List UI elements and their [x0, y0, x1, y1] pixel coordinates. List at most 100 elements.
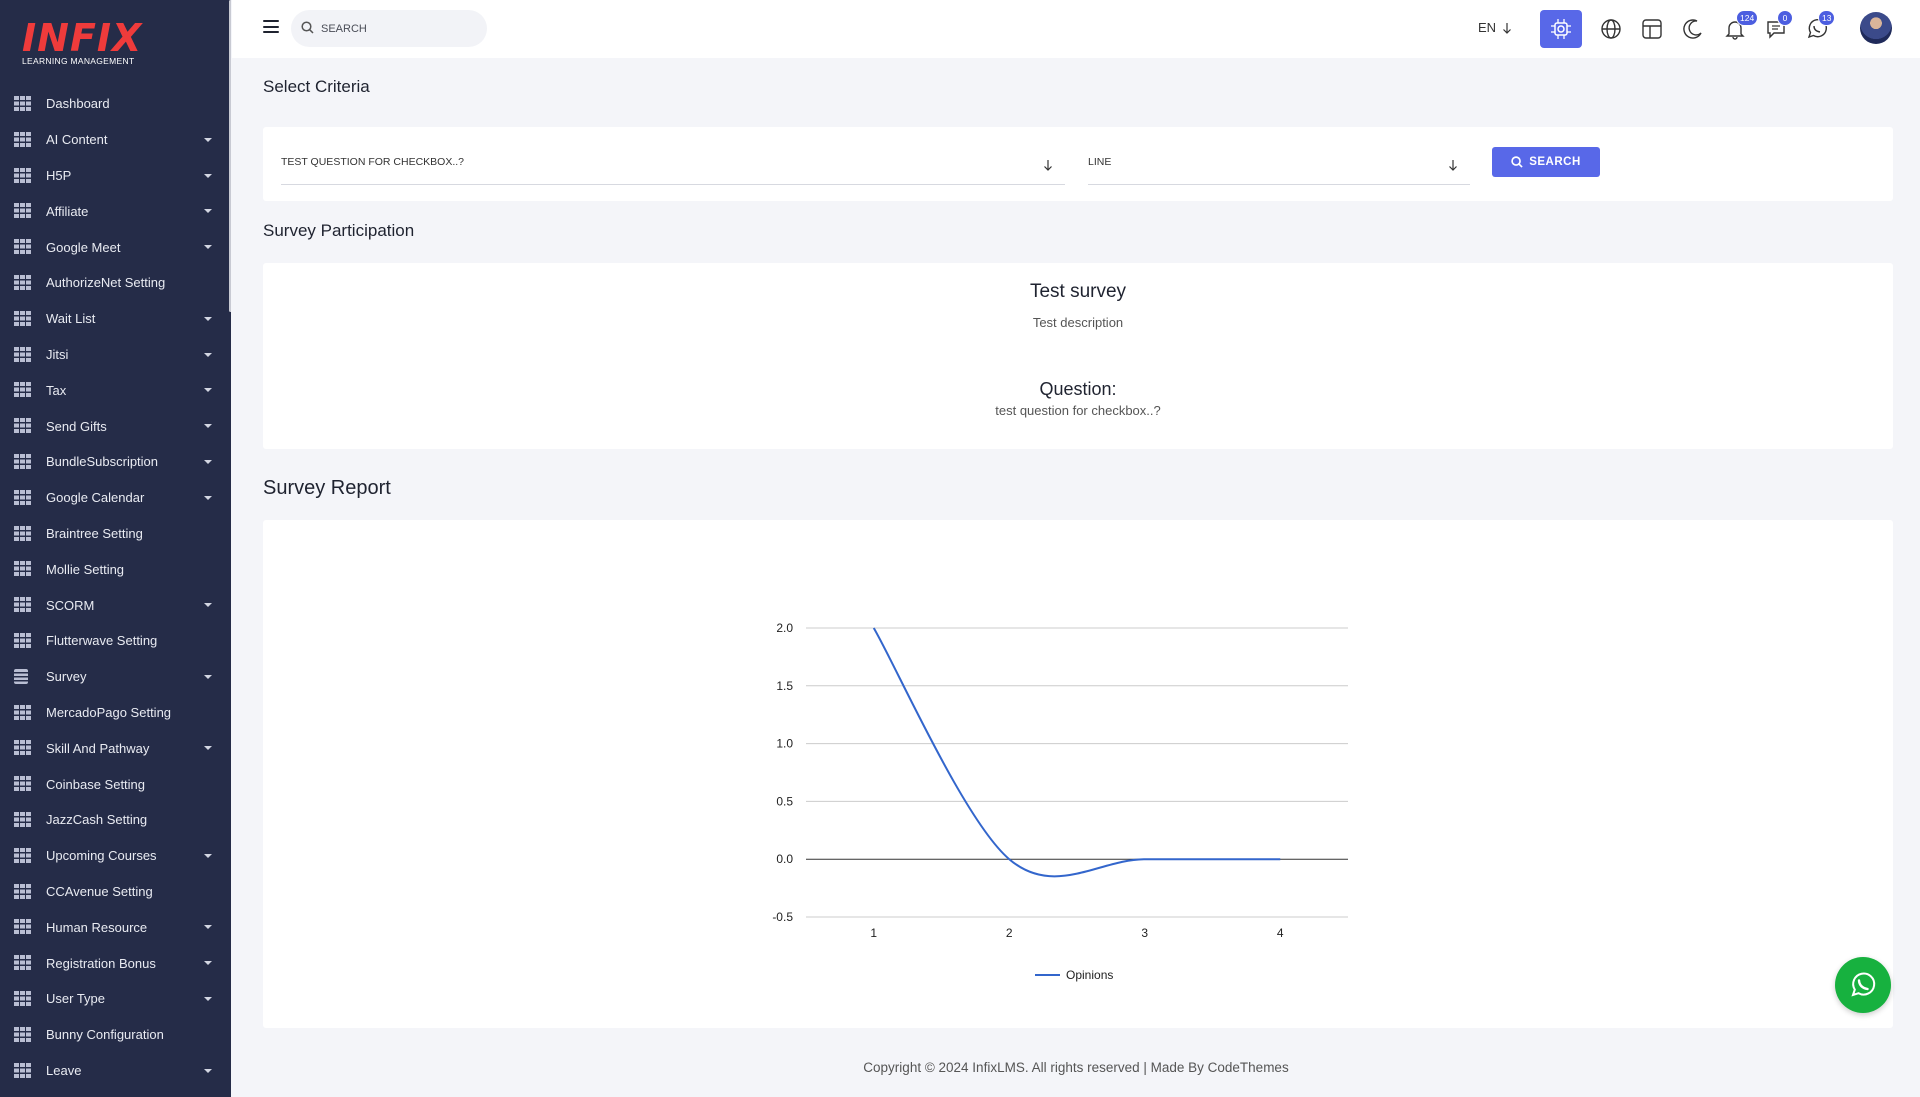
messages-badge: 0: [1777, 10, 1793, 26]
sidebar-item-label: Google Meet: [46, 239, 121, 255]
caret-down-icon[interactable]: [204, 746, 212, 751]
grid-icon: [14, 1062, 31, 1078]
caret-down-icon[interactable]: [204, 495, 212, 500]
caret-down-icon[interactable]: [204, 961, 212, 966]
sidebar-scrollbar[interactable]: [229, 0, 231, 312]
messages-button[interactable]: 0: [1761, 10, 1793, 44]
survey-participation-title: Survey Participation: [263, 221, 415, 240]
sidebar-item-survey[interactable]: Survey: [0, 659, 231, 695]
sidebar-item-label: User Type: [46, 991, 106, 1007]
logo-brand: INFIX: [22, 16, 143, 60]
sidebar-item-leave[interactable]: Leave: [0, 1053, 231, 1089]
grid-icon: [14, 382, 31, 398]
ai-chip-button[interactable]: [1540, 10, 1582, 48]
sidebar-item-human-resource[interactable]: Human Resource: [0, 909, 231, 945]
sidebar-item-ccavenue-setting[interactable]: CCAvenue Setting: [0, 874, 231, 910]
search-input[interactable]: [321, 10, 481, 47]
sidebar-item-braintree-setting[interactable]: Braintree Setting: [0, 516, 231, 552]
chart-type-select-value: LINE: [1088, 156, 1112, 168]
layout-button[interactable]: [1637, 14, 1667, 44]
whatsapp-top-button[interactable]: 13: [1802, 10, 1836, 44]
sidebar-item-label: Affiliate: [46, 203, 89, 219]
sidebar-item-label: H5P: [46, 167, 72, 183]
caret-down-icon[interactable]: [204, 603, 212, 608]
caret-down-icon[interactable]: [204, 388, 212, 393]
caret-down-icon[interactable]: [204, 459, 212, 464]
sidebar-item-user-type[interactable]: User Type: [0, 981, 231, 1017]
select-criteria-title: Select Criteria: [263, 77, 370, 96]
caret-down-icon[interactable]: [204, 173, 212, 178]
sidebar-item-label: Braintree Setting: [46, 525, 143, 541]
sidebar-item-label: Bunny Configuration: [46, 1027, 164, 1043]
grid-icon: [14, 525, 31, 541]
language-selector[interactable]: EN: [1478, 20, 1512, 35]
sidebar-item-affiliate[interactable]: Affiliate: [0, 193, 231, 229]
sidebar-item-flutterwave-setting[interactable]: Flutterwave Setting: [0, 623, 231, 659]
sidebar-item-bunny-configuration[interactable]: Bunny Configuration: [0, 1017, 231, 1053]
caret-down-icon[interactable]: [204, 925, 212, 930]
sidebar-item-coinbase-setting[interactable]: Coinbase Setting: [0, 766, 231, 802]
dark-mode-button[interactable]: [1678, 14, 1708, 44]
caret-down-icon[interactable]: [204, 352, 212, 357]
sidebar: INFIX LEARNING MANAGEMENT Dashboard AI Co…: [0, 0, 231, 1097]
criteria-card: TEST QUESTION FOR CHECKBOX..? LINE SEARC…: [263, 127, 1893, 201]
language-label: EN: [1478, 20, 1497, 35]
chart-type-select[interactable]: LINE: [1088, 149, 1470, 185]
caret-down-icon[interactable]: [204, 674, 212, 679]
grid-icon: [14, 453, 31, 469]
grid-icon: [14, 346, 31, 362]
sidebar-item-dashboard[interactable]: Dashboard: [0, 86, 231, 122]
question-select[interactable]: TEST QUESTION FOR CHECKBOX..?: [281, 149, 1065, 185]
caret-down-icon[interactable]: [204, 853, 212, 858]
sidebar-item-scorm[interactable]: SCORM: [0, 587, 231, 623]
caret-down-icon[interactable]: [204, 1068, 212, 1073]
caret-down-icon[interactable]: [204, 137, 212, 142]
menu-toggle-icon[interactable]: [263, 20, 279, 33]
sidebar-item-label: AI Content: [46, 132, 108, 148]
legend-label: Opinions: [1066, 968, 1113, 982]
sidebar-item-upcoming-courses[interactable]: Upcoming Courses: [0, 838, 231, 874]
whatsapp-chat-button[interactable]: [1835, 957, 1891, 1013]
x-tick-label: 1: [870, 926, 877, 940]
grid-icon: [14, 597, 31, 613]
sidebar-item-registration-bonus[interactable]: Registration Bonus: [0, 945, 231, 981]
sidebar-item-jitsi[interactable]: Jitsi: [0, 337, 231, 373]
sidebar-item-send-gifts[interactable]: Send Gifts: [0, 408, 231, 444]
grid-icon: [14, 239, 31, 255]
sidebar-item-google-calendar[interactable]: Google Calendar: [0, 480, 231, 516]
arrow-down-icon: [1449, 160, 1457, 171]
layout-icon: [1642, 19, 1662, 39]
globe-button[interactable]: [1596, 14, 1626, 44]
arrow-down-icon: [1044, 160, 1052, 171]
sidebar-item-h5p[interactable]: H5P: [0, 158, 231, 194]
caret-down-icon[interactable]: [204, 424, 212, 429]
sidebar-item-tax[interactable]: Tax: [0, 372, 231, 408]
sidebar-item-label: MercadoPago Setting: [46, 704, 172, 720]
sidebar-item-bundlesubscription[interactable]: BundleSubscription: [0, 444, 231, 480]
grid-icon: [14, 811, 31, 827]
report-card: 2.0 1.5 1.0 0.5 0.0 -0.5 1 2 3 4 Opinions: [263, 520, 1893, 1028]
notifications-button[interactable]: 124: [1720, 10, 1759, 44]
sidebar-item-mollie-setting[interactable]: Mollie Setting: [0, 551, 231, 587]
sidebar-item-label: Dashboard: [46, 96, 110, 112]
grid-icon: [14, 847, 31, 863]
y-tick-label: 1.5: [776, 679, 793, 693]
logo[interactable]: INFIX LEARNING MANAGEMENT: [22, 18, 142, 68]
sidebar-item-google-meet[interactable]: Google Meet: [0, 229, 231, 265]
search-button[interactable]: SEARCH: [1492, 147, 1600, 177]
caret-down-icon[interactable]: [204, 209, 212, 214]
sidebar-item-jazzcash-setting[interactable]: JazzCash Setting: [0, 802, 231, 838]
sidebar-item-mercadopago-setting[interactable]: MercadoPago Setting: [0, 695, 231, 731]
caret-down-icon[interactable]: [204, 316, 212, 321]
sidebar-item-ai-content[interactable]: AI Content: [0, 122, 231, 158]
grid-icon: [14, 418, 31, 434]
sidebar-item-wait-list[interactable]: Wait List: [0, 301, 231, 337]
sidebar-item-authorizenet-setting[interactable]: AuthorizeNet Setting: [0, 265, 231, 301]
caret-down-icon[interactable]: [204, 996, 212, 1001]
avatar[interactable]: [1860, 12, 1892, 44]
caret-down-icon[interactable]: [204, 245, 212, 250]
sidebar-item-skill-and-pathway[interactable]: Skill And Pathway: [0, 730, 231, 766]
survey-description: Test description: [1032, 315, 1124, 330]
search-box[interactable]: [291, 10, 487, 47]
line-chart: 2.0 1.5 1.0 0.5 0.0 -0.5 1 2 3 4 Opinions: [772, 621, 1348, 982]
